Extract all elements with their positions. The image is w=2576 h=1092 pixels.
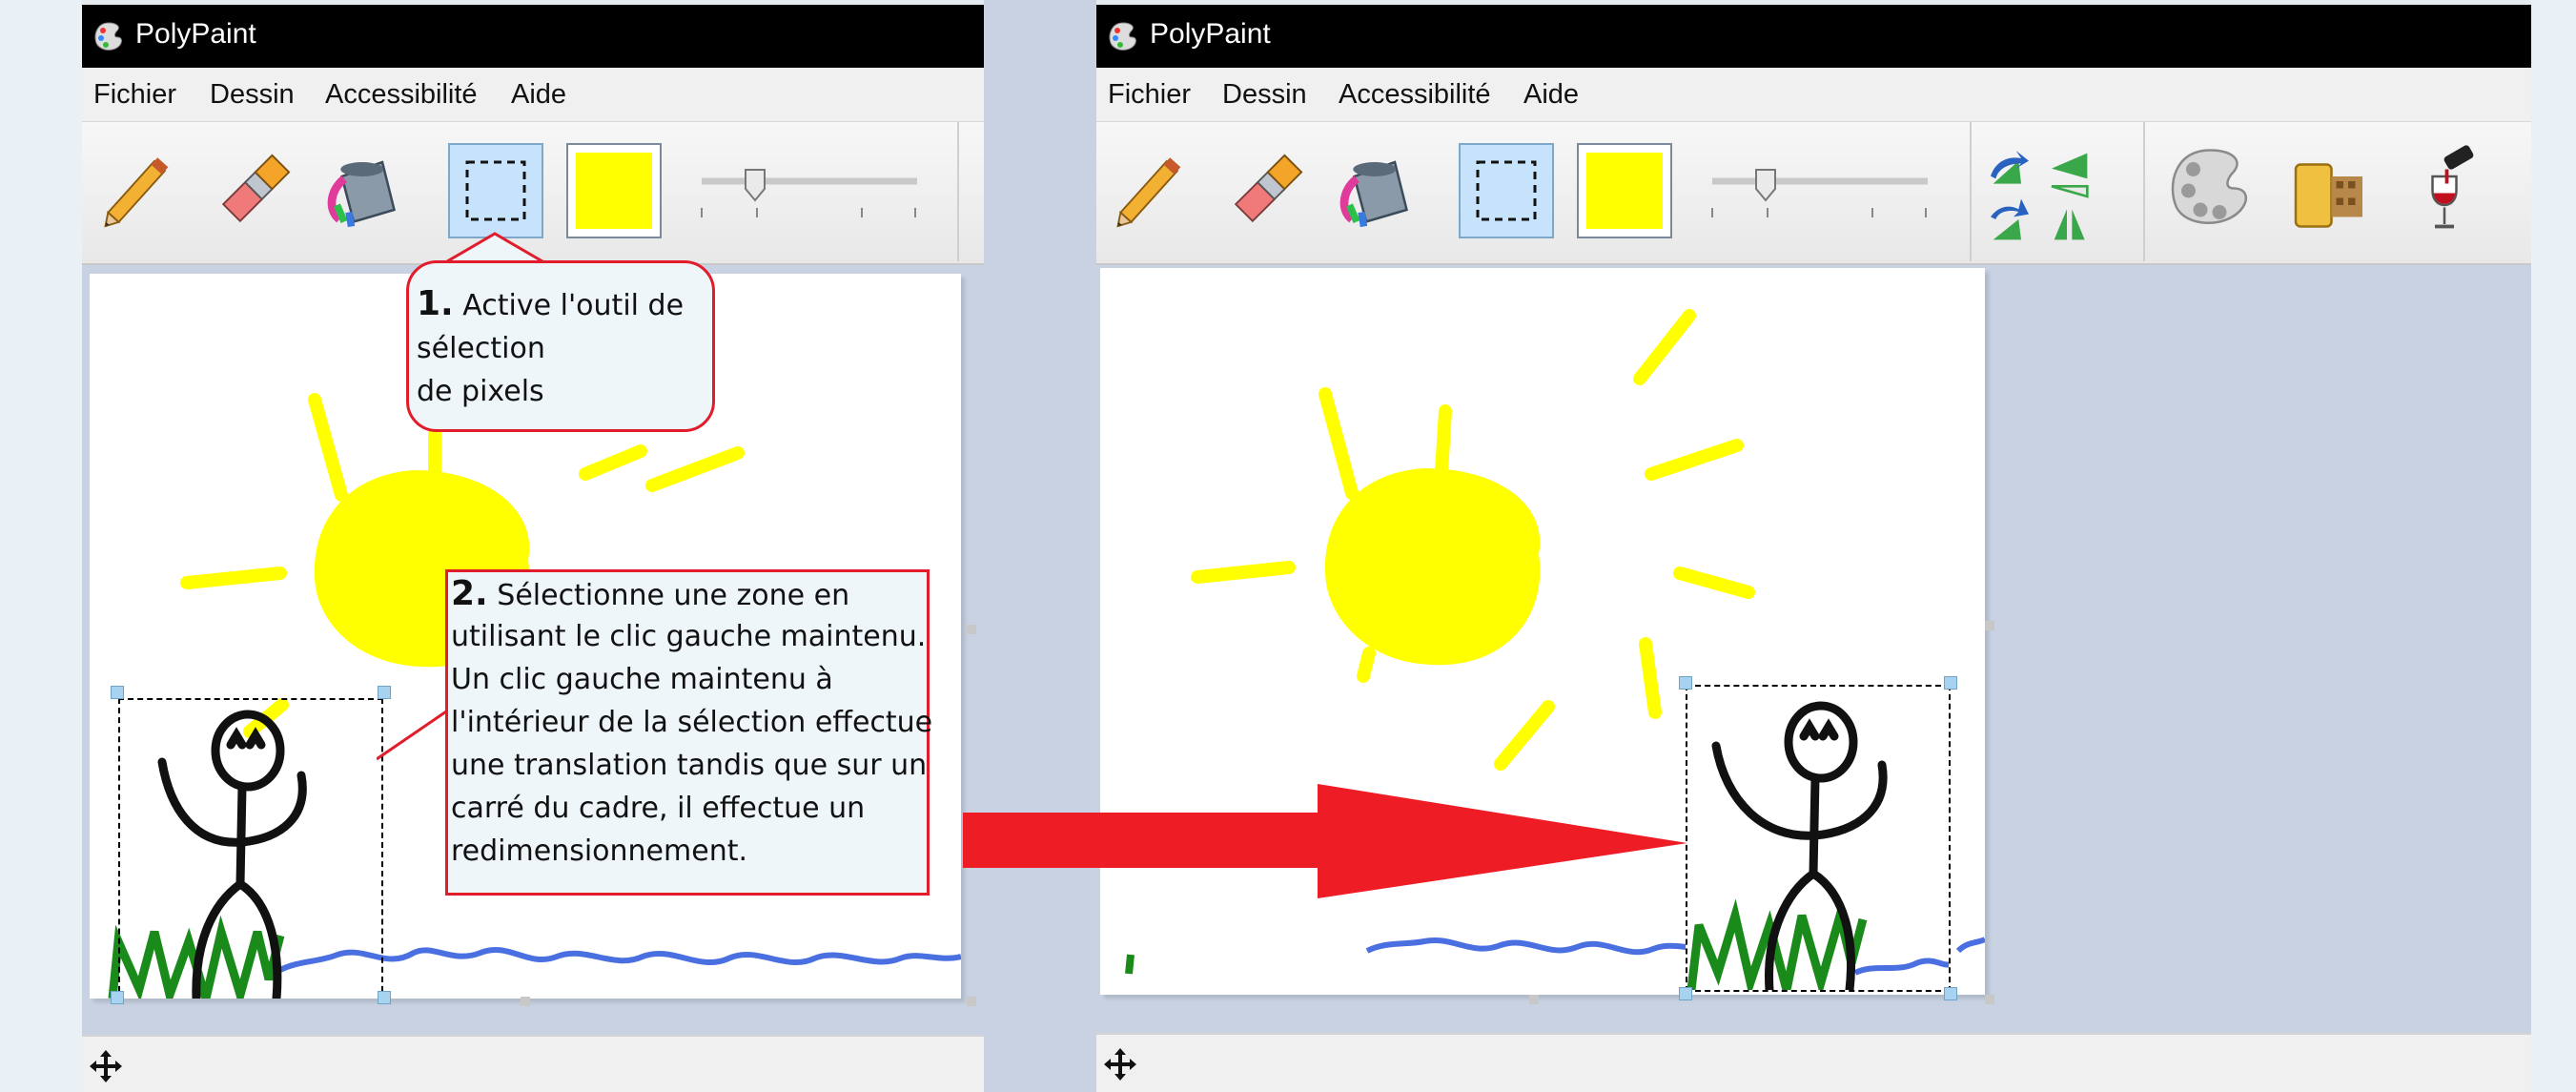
callout-2-line-5: une translation tandis que sur un xyxy=(451,749,928,782)
menu-aide[interactable]: Aide xyxy=(1523,79,1579,111)
selection-handle[interactable] xyxy=(111,991,124,1004)
window-title: PolyPaint xyxy=(135,18,256,50)
canvas-resize-grip[interactable] xyxy=(1985,621,1994,630)
selection-handle[interactable] xyxy=(378,686,391,699)
window-title: PolyPaint xyxy=(1150,18,1271,50)
canvas-resize-grip[interactable] xyxy=(967,997,976,1006)
canvas-resize-grip[interactable] xyxy=(1985,995,1994,1004)
title-bar: PolyPaint xyxy=(1096,5,2531,68)
selection-handle[interactable] xyxy=(111,686,124,699)
move-icon xyxy=(1104,1048,1136,1081)
callout-2-line-3: Un clic gauche maintenu à xyxy=(451,663,833,696)
brush-size-slider[interactable] xyxy=(700,168,919,225)
menu-dessin[interactable]: Dessin xyxy=(1222,79,1307,111)
selection-handle[interactable] xyxy=(1679,987,1692,1000)
selection-frame[interactable] xyxy=(118,698,383,999)
menu-bar: Fichier Dessin Accessibilité Aide xyxy=(1096,68,2531,121)
status-bar xyxy=(1096,1033,2531,1092)
canvas-resize-grip[interactable] xyxy=(521,997,530,1006)
callout-1-line-1: Active l'outil de xyxy=(453,289,685,322)
color-swatch-button[interactable] xyxy=(566,143,662,238)
app-palette-icon xyxy=(1109,22,1136,51)
paint-bucket-icon[interactable] xyxy=(1333,143,1428,238)
eraser-icon[interactable] xyxy=(1218,143,1314,238)
selection-handle[interactable] xyxy=(1944,676,1957,690)
pencil-icon[interactable] xyxy=(90,143,185,238)
menu-bar: Fichier Dessin Accessibilité Aide xyxy=(82,68,984,121)
selection-handle[interactable] xyxy=(1944,987,1957,1000)
canvas-resize-grip[interactable] xyxy=(967,625,976,634)
menu-fichier[interactable]: Fichier xyxy=(93,79,176,111)
callout-2-line-2: utilisant le clic gauche maintenu. xyxy=(451,620,927,653)
menu-accessibilite[interactable]: Accessibilité xyxy=(325,79,478,111)
color-swatch xyxy=(1586,153,1663,229)
callout-2-line-4: l'intérieur de la sélection effectue xyxy=(451,706,933,739)
page-background-right xyxy=(2531,0,2576,1092)
toolbar-separator xyxy=(2143,122,2145,261)
toolbar-separator xyxy=(1970,122,1972,261)
menu-fichier[interactable]: Fichier xyxy=(1108,79,1191,111)
callout-2-line-1: Sélectionne une zone en xyxy=(487,579,850,612)
callout-step-2: 2. Sélectionne une zone en utilisant le … xyxy=(445,569,933,896)
eraser-icon[interactable] xyxy=(206,143,301,238)
app-palette-icon xyxy=(94,22,122,51)
callout-2-number: 2. xyxy=(451,574,488,613)
page-background xyxy=(0,0,82,1092)
paint-bucket-icon[interactable] xyxy=(320,143,416,238)
palette-icon[interactable] xyxy=(2162,143,2258,238)
menu-dessin[interactable]: Dessin xyxy=(210,79,295,111)
title-bar: PolyPaint xyxy=(82,5,984,68)
pencil-icon[interactable] xyxy=(1102,143,1197,238)
film-icon[interactable] xyxy=(2277,143,2372,238)
color-swatch-button[interactable] xyxy=(1577,143,1672,238)
wine-glass-icon[interactable] xyxy=(2397,143,2492,238)
callout-1-number: 1. xyxy=(417,284,454,323)
callout-pointer xyxy=(377,708,449,761)
selection-handle[interactable] xyxy=(1679,676,1692,690)
selection-tool-icon[interactable] xyxy=(448,143,543,238)
page-background-gap xyxy=(984,0,1096,1092)
callout-step-1: 1. Active l'outil de sélection de pixels xyxy=(406,260,715,432)
callout-2-line-7: redimensionnement. xyxy=(451,834,748,868)
left-app-window: PolyPaint Fichier Dessin Accessibilité A… xyxy=(82,5,984,1092)
color-swatch xyxy=(576,153,652,229)
menu-aide[interactable]: Aide xyxy=(511,79,566,111)
rotate-flip-tools-icon[interactable] xyxy=(1983,135,2097,250)
callout-1-line-3: de pixels xyxy=(417,375,544,408)
toolbar xyxy=(1096,121,2531,265)
brush-size-slider[interactable] xyxy=(1710,168,1930,225)
menu-accessibilite[interactable]: Accessibilité xyxy=(1339,79,1491,111)
callout-2-line-6: carré du cadre, il effectue un xyxy=(451,792,866,825)
selection-frame[interactable] xyxy=(1686,685,1951,992)
transition-arrow-icon xyxy=(963,784,1687,898)
selection-tool-icon[interactable] xyxy=(1459,143,1554,238)
status-bar xyxy=(82,1035,984,1092)
toolbar-separator xyxy=(957,122,959,261)
canvas-resize-grip[interactable] xyxy=(1529,995,1539,1004)
callout-1-line-2: sélection xyxy=(417,332,545,365)
right-app-window: PolyPaint Fichier Dessin Accessibilité A… xyxy=(1096,5,2531,1092)
move-icon xyxy=(90,1050,122,1082)
selected-pixels xyxy=(1687,701,1949,990)
selection-handle[interactable] xyxy=(378,991,391,1004)
